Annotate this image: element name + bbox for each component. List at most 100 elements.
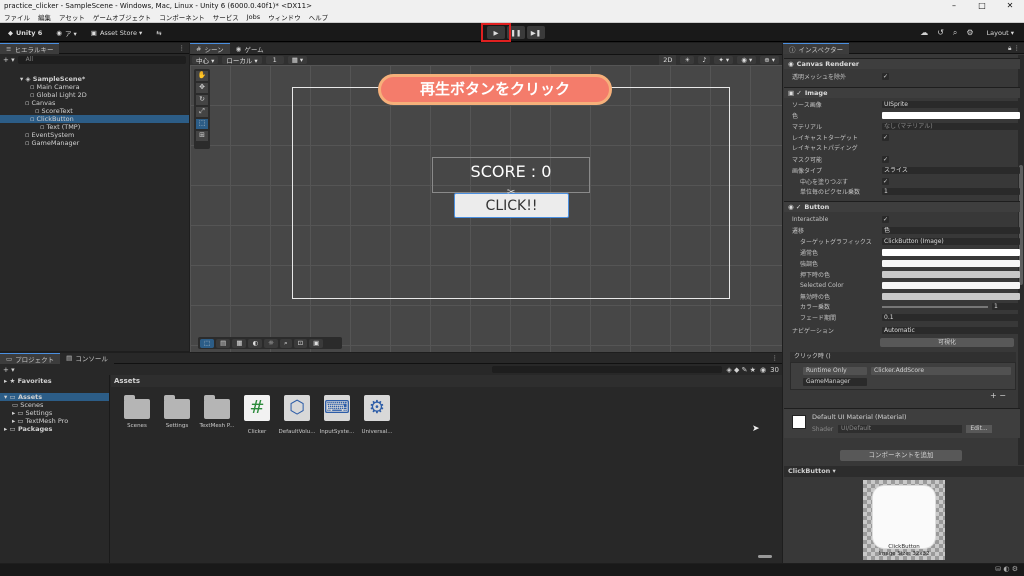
asset-store-button[interactable]: ▣ Asset Store ▾ — [87, 26, 147, 39]
hierarchy-search-input[interactable]: All — [17, 55, 186, 64]
menu-item-8[interactable]: ヘルプ — [309, 12, 329, 22]
target-object-field[interactable]: GameManager — [803, 378, 867, 386]
multiplier-field[interactable]: 1 — [992, 303, 1020, 310]
ppu-field[interactable]: 1 — [882, 188, 1020, 195]
scene-view[interactable]: 中心 ▾ ローカル ▾ 1 ▦ ▾ 2D ☀ ♪ ✦ ▾ ◉ ▾ ⊕ ▾ ✋ ✥… — [190, 55, 782, 352]
gizmos-icon[interactable]: ⊕ ▾ — [760, 56, 779, 64]
hand-tool-icon[interactable]: ✋ — [196, 71, 208, 81]
lock-icon[interactable]: 🔒︎ ⋮ — [1008, 44, 1020, 53]
project-search-input[interactable] — [492, 366, 723, 373]
zoom-icon[interactable]: ⌕ — [279, 338, 292, 348]
close-button[interactable]: ✕ — [996, 0, 1024, 12]
layers-icon[interactable]: ▣ — [309, 338, 324, 348]
menu-item-1[interactable]: 編集 — [38, 12, 51, 22]
hierarchy-item[interactable]: ▫ Canvas — [0, 99, 189, 107]
menu-item-7[interactable]: ウィンドウ — [268, 12, 301, 22]
pivot-handle-icon[interactable]: ✂ — [507, 187, 515, 198]
raycast-checkbox[interactable]: ✓ — [882, 134, 889, 141]
source-field[interactable]: UISprite — [882, 101, 1020, 108]
tab-inspector[interactable]: ⓘ インスペクター — [783, 42, 850, 54]
method-dropdown[interactable]: Clicker.AddScore — [871, 367, 1011, 375]
tab-scene[interactable]: # シーン — [190, 43, 230, 54]
filter-icon[interactable]: ◈ ◆ ✎ ★ — [726, 366, 756, 374]
hierarchy-item[interactable]: ▾ ◈ SampleScene* — [0, 75, 189, 83]
step-button[interactable]: ▶❚ — [527, 26, 545, 39]
runtime-dropdown[interactable]: Runtime Only — [803, 367, 867, 375]
settings-item[interactable]: ▸ ▭ Settings — [0, 409, 109, 417]
unity-menu-button[interactable]: ◆ Unity 6 — [4, 26, 46, 39]
hierarchy-item[interactable]: ▫ Text (TMP) — [0, 123, 189, 131]
fade-field[interactable]: 0.1 — [882, 314, 1020, 321]
rect-tool-icon[interactable]: ⬚ — [196, 119, 208, 129]
navigation-dropdown[interactable]: Automatic — [882, 327, 1020, 334]
menu-item-0[interactable]: ファイル — [4, 12, 30, 22]
tilemap-icon[interactable]: ▦ — [232, 338, 247, 348]
version-control-icon[interactable]: ⇆ — [152, 26, 165, 39]
tab-game[interactable]: ◉ ゲーム — [229, 43, 270, 54]
search-icon[interactable]: ⌕ — [953, 28, 957, 38]
pick-icon[interactable]: ⊡ — [293, 338, 308, 348]
favorites-item[interactable]: ▸ ★ Favorites — [0, 377, 109, 385]
fill-center-checkbox[interactable]: ✓ — [882, 178, 889, 185]
asset-item[interactable]: # Clicker — [238, 395, 276, 435]
add-remove-icon[interactable]: + − — [990, 391, 1006, 400]
transition-dropdown[interactable]: 色 — [882, 227, 1020, 234]
grid-icon[interactable]: ▦ ▾ — [287, 56, 308, 64]
hierarchy-item[interactable]: ▫ Global Light 2D — [0, 91, 189, 99]
raycast-padding-foldout[interactable]: レイキャストパディング — [790, 143, 882, 152]
hierarchy-item[interactable]: ▫ EventSystem — [0, 131, 189, 139]
menu-item-3[interactable]: ゲームオブジェクト — [93, 12, 151, 22]
layout-dropdown[interactable]: Layout ▾ — [983, 26, 1018, 39]
more-icon[interactable]: ⋮ — [179, 44, 186, 52]
asset-item[interactable]: ⚙ Universal... — [358, 395, 396, 435]
pivot-dropdown[interactable]: 中心 ▾ — [192, 56, 219, 65]
image-header[interactable]: ▣ ✓ Image — [784, 87, 1020, 98]
disabled-color-swatch[interactable] — [882, 293, 1020, 300]
lighting-icon[interactable]: ☀ — [680, 56, 695, 64]
material-field[interactable]: なし (マテリアル) — [882, 123, 1020, 130]
snap-input[interactable]: 1 — [265, 56, 284, 64]
add-component-button[interactable]: コンポーネントを追加 — [840, 450, 962, 461]
tab-console[interactable]: ▤ コンソール — [60, 352, 114, 364]
canvas-renderer-header[interactable]: ◉ Canvas Renderer — [784, 58, 1020, 69]
audio-icon[interactable]: ♪ — [698, 56, 711, 64]
hierarchy-item[interactable]: ▫ GameManager — [0, 139, 189, 147]
effects-icon[interactable]: ✦ ▾ — [714, 56, 734, 64]
textmesh-item[interactable]: ▸ ▭ TextMesh Pro — [0, 417, 109, 425]
minimize-button[interactable]: – — [940, 0, 968, 12]
pressed-color-swatch[interactable] — [882, 271, 1020, 278]
asset-item[interactable]: ⌨ InputSyste... — [318, 395, 356, 435]
scale-tool-icon[interactable]: ⤢ — [196, 107, 208, 117]
transform-tool-icon[interactable]: ⊞ — [196, 131, 208, 141]
highlight-color-swatch[interactable] — [882, 260, 1020, 267]
rect-overlay-icon[interactable]: ⬚ — [200, 338, 215, 348]
menu-item-2[interactable]: アセット — [59, 12, 85, 22]
rotate-tool-icon[interactable]: ↻ — [196, 95, 208, 105]
asset-item[interactable]: ⬡ DefaultVolu... — [278, 395, 316, 435]
visibility-icon[interactable]: ◉ ▾ — [737, 56, 757, 64]
shading-icon[interactable]: ◐ — [248, 338, 263, 348]
history-icon[interactable]: ↺ — [937, 28, 944, 37]
tab-hierarchy[interactable]: ≡ ヒエラルキー — [0, 42, 60, 54]
shader-edit-button[interactable]: Edit... — [966, 425, 992, 433]
selected-color-swatch[interactable] — [882, 282, 1020, 289]
settings-icon[interactable]: ⚙ — [966, 28, 973, 37]
status-icons[interactable]: ⛁ ◐ ⚙ — [995, 565, 1018, 573]
image-type-dropdown[interactable]: スライス — [882, 167, 1020, 174]
assets-item[interactable]: ▾ ▭ Assets — [0, 393, 109, 401]
hierarchy-item[interactable]: ▫ Main Camera — [0, 83, 189, 91]
target-field[interactable]: ClickButton (Image) — [882, 238, 1020, 245]
cloud-icon[interactable]: ☁ — [920, 28, 928, 37]
visualize-button[interactable]: 可視化 — [880, 338, 1014, 347]
more-icon[interactable]: ⋮ — [772, 354, 779, 362]
light-icon[interactable]: ☼ — [264, 338, 278, 348]
packages-item[interactable]: ▸ ▭ Packages — [0, 425, 109, 433]
asset-item[interactable]: Scenes — [118, 395, 156, 429]
hierarchy-item[interactable]: ▫ ClickButton — [0, 115, 189, 123]
menu-item-6[interactable]: Jobs — [247, 13, 260, 21]
asset-item[interactable]: Settings — [158, 395, 196, 429]
account-button[interactable]: ◉ ア ▾ — [52, 26, 81, 39]
hierarchy-item[interactable]: ▫ ScoreText — [0, 107, 189, 115]
asset-item[interactable]: TextMesh P... — [198, 395, 236, 429]
normal-color-swatch[interactable] — [882, 249, 1020, 256]
